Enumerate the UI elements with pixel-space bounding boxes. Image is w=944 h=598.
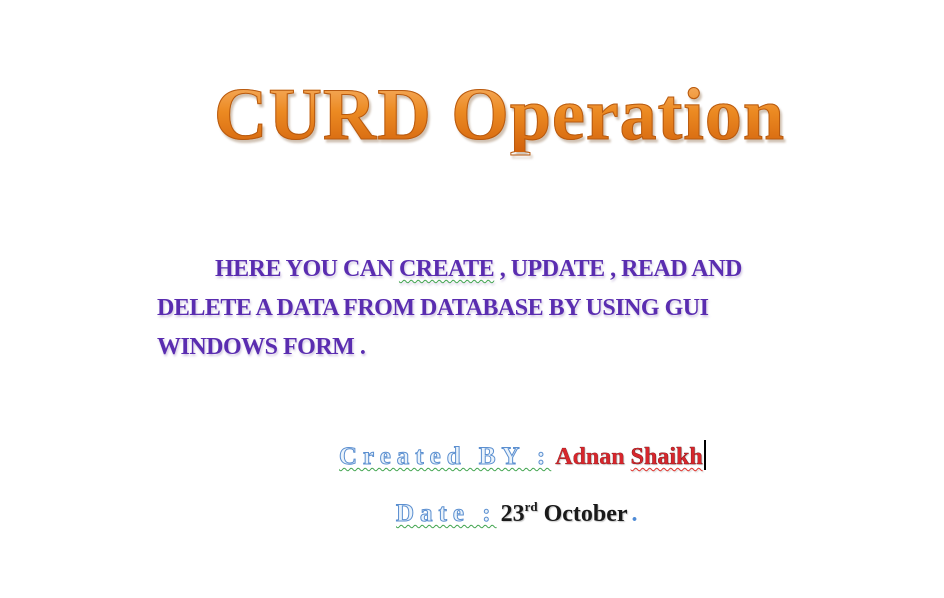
author-name: Adnan Shaikh xyxy=(555,444,703,470)
date-line: Date : 23rd October . xyxy=(396,499,638,528)
created-by-line: Created BY : Adnan Shaikh xyxy=(338,440,706,471)
date-day: 23 xyxy=(500,501,525,527)
date-suffix: rd xyxy=(524,499,538,514)
document-page: CURD Operation HERE YOU CAN CREATE , UPD… xyxy=(0,0,944,598)
author-first-name: Adnan xyxy=(555,444,625,470)
text-cursor xyxy=(703,440,706,470)
date-label: Date : xyxy=(396,500,497,528)
date-value: 23rd October xyxy=(500,499,628,527)
description-text-start: HERE YOU CAN xyxy=(215,256,399,282)
date-month: October xyxy=(543,501,628,527)
created-by-label: Created BY : xyxy=(338,443,552,471)
author-last-name: Shaikh xyxy=(630,444,703,470)
create-word: CREATE xyxy=(398,256,495,282)
date-end-dot: . xyxy=(631,501,638,527)
description-paragraph: HERE YOU CAN CREATE , UPDATE , READ AND … xyxy=(157,250,817,367)
page-title: CURD Operation xyxy=(213,74,786,156)
